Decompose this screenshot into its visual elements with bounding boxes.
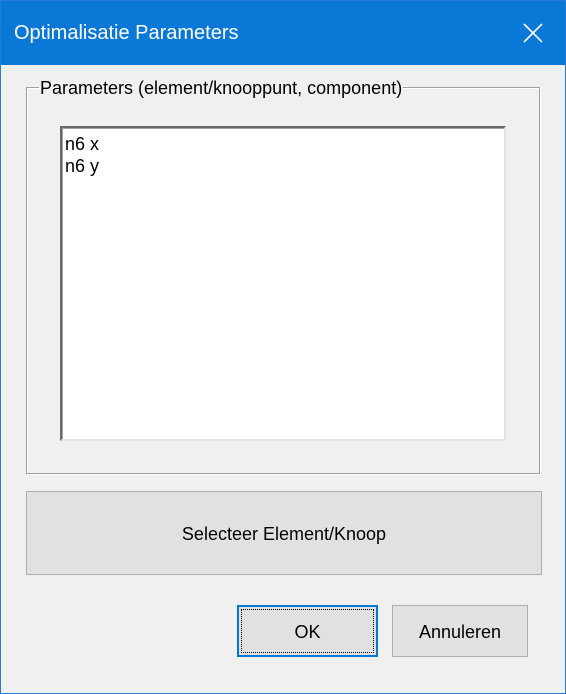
close-button[interactable] (501, 1, 565, 65)
window-title: Optimalisatie Parameters (14, 22, 239, 44)
focus-rectangle (241, 609, 374, 653)
parameters-groupbox: Parameters (element/knooppunt, component… (26, 77, 540, 474)
ok-button[interactable]: OK (237, 605, 378, 657)
list-item[interactable]: n6 x (65, 133, 504, 155)
title-bar[interactable]: Optimalisatie Parameters (1, 1, 565, 65)
cancel-button[interactable]: Annuleren (392, 605, 528, 657)
dialog-window: Optimalisatie Parameters Parameters (ele… (0, 0, 566, 694)
parameters-group-label: Parameters (element/knooppunt, component… (39, 77, 404, 99)
list-item[interactable]: n6 y (65, 155, 504, 177)
close-icon (523, 23, 543, 43)
parameters-listbox[interactable]: n6 x n6 y (60, 126, 506, 441)
select-element-button[interactable]: Selecteer Element/Knoop (26, 491, 542, 575)
